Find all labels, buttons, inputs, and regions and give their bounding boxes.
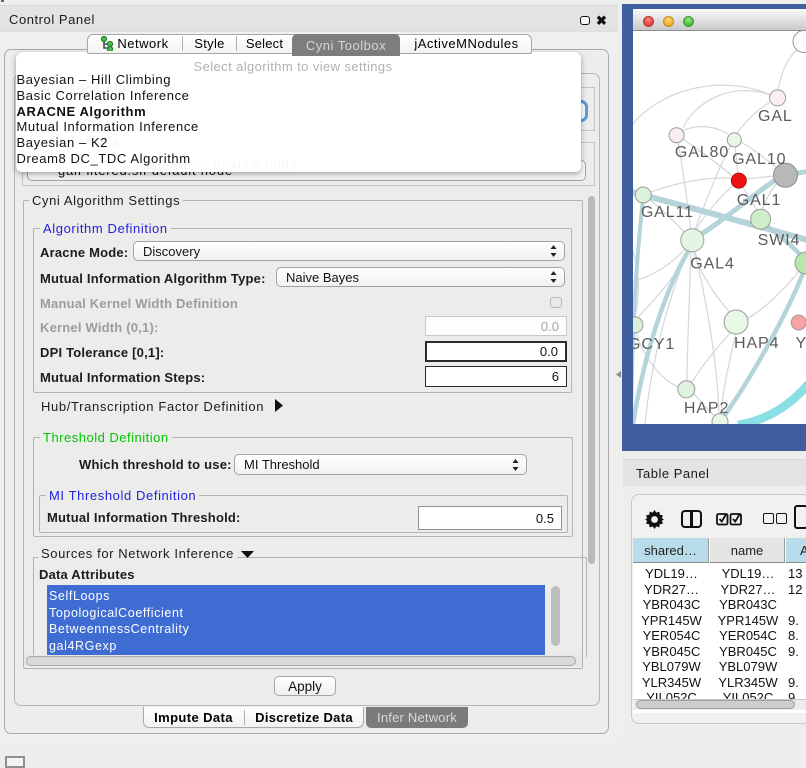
svg-text:GAL: GAL bbox=[758, 108, 793, 125]
svg-text:Y: Y bbox=[796, 335, 806, 352]
svg-text:GAL10: GAL10 bbox=[732, 151, 786, 168]
svg-text:GAL11: GAL11 bbox=[641, 204, 694, 221]
svg-text:GAL80: GAL80 bbox=[675, 144, 729, 161]
svg-text:HAP2: HAP2 bbox=[684, 400, 729, 417]
svg-text:HAP4: HAP4 bbox=[734, 335, 779, 352]
svg-text:GAL1: GAL1 bbox=[737, 192, 782, 209]
svg-text:SWI4: SWI4 bbox=[758, 232, 801, 249]
svg-text:GCY1: GCY1 bbox=[633, 336, 675, 353]
svg-text:GAL4: GAL4 bbox=[690, 256, 735, 273]
